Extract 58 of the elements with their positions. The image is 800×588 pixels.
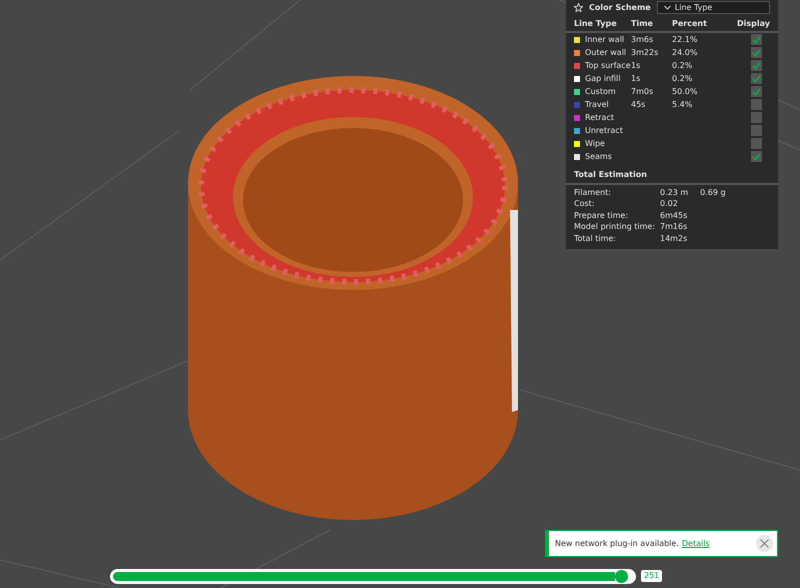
percent-value: 50.0% — [672, 86, 698, 98]
line-type-name: Custom — [585, 86, 617, 98]
percent-value: 5.4% — [672, 98, 694, 110]
percent-value: 0.2% — [672, 60, 694, 72]
percent-value: 22.1% — [672, 34, 698, 46]
time-value: 1s — [631, 72, 642, 84]
column-header: Time — [631, 18, 654, 30]
time-value: 3m22s — [631, 46, 660, 58]
dropdown-value: Line Type — [674, 2, 712, 13]
notification-text: New network plug-in available. — [555, 538, 679, 550]
line-type-name: Wipe — [585, 138, 606, 150]
line-type-name: Travel — [585, 98, 610, 110]
line-type-name: Inner wall — [585, 34, 626, 46]
display-checkbox[interactable] — [751, 125, 762, 136]
display-checkbox[interactable] — [751, 34, 762, 45]
display-checkbox[interactable] — [751, 73, 762, 84]
column-header: Percent — [672, 18, 708, 30]
time-value: 3m6s — [631, 34, 654, 46]
caret-icon — [664, 5, 671, 10]
percent-value: 0.2% — [672, 72, 694, 84]
display-checkbox[interactable] — [751, 138, 762, 149]
stat-label: Prepare time: — [574, 210, 630, 222]
layer-value-label: 251 — [641, 570, 662, 582]
color-scheme-dropdown[interactable]: Line Type — [656, 1, 770, 14]
stat-value: 0.23 m — [660, 186, 688, 199]
stat-label: Cost: — [574, 198, 596, 210]
line-type-name: Outer wall — [585, 46, 628, 58]
stat-label: Filament: — [574, 186, 612, 199]
stat-label: Model printing time: — [574, 221, 656, 234]
percent-value: 24.0% — [672, 46, 698, 58]
column-header: Display — [736, 18, 770, 30]
line-type-name: Seams — [585, 150, 613, 162]
display-checkbox[interactable] — [751, 47, 762, 58]
stat-value: 14m2s — [660, 232, 688, 245]
stat-value: 0.02 — [660, 198, 678, 210]
display-checkbox[interactable] — [751, 151, 762, 162]
display-checkbox[interactable] — [751, 60, 762, 71]
stat-label: Total time: — [574, 232, 617, 245]
stat-value: 7m16s — [660, 221, 688, 234]
time-value: 45s — [631, 98, 646, 110]
line-type-name: Gap infill — [585, 72, 622, 84]
section-title: Total Estimation — [566, 163, 778, 185]
slider-thumb[interactable] — [614, 570, 628, 583]
stat-value: 6m45s — [660, 210, 688, 222]
display-checkbox[interactable] — [751, 112, 762, 123]
line-type-name: Retract — [585, 112, 615, 124]
column-header: Line Type — [574, 18, 618, 30]
close-icon — [760, 539, 769, 548]
close-button[interactable] — [756, 535, 773, 552]
time-value: 7m0s — [631, 86, 654, 98]
display-checkbox[interactable] — [751, 86, 762, 97]
display-checkbox[interactable] — [751, 99, 762, 110]
stat-value: 0.69 g — [700, 186, 726, 199]
time-value: 1s — [631, 60, 642, 72]
color-scheme-label: Color Scheme — [589, 2, 651, 14]
star-icon — [574, 3, 583, 12]
line-type-name: Top surface — [585, 60, 631, 72]
line-type-name: Unretract — [585, 124, 624, 136]
